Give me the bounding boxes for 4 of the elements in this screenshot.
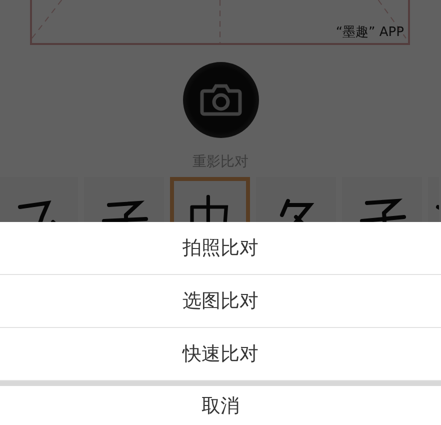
app-caption: “墨趣” APP — [336, 24, 404, 41]
guide-line — [32, 0, 62, 39]
camera-icon — [200, 84, 242, 116]
guide-line — [378, 0, 406, 39]
